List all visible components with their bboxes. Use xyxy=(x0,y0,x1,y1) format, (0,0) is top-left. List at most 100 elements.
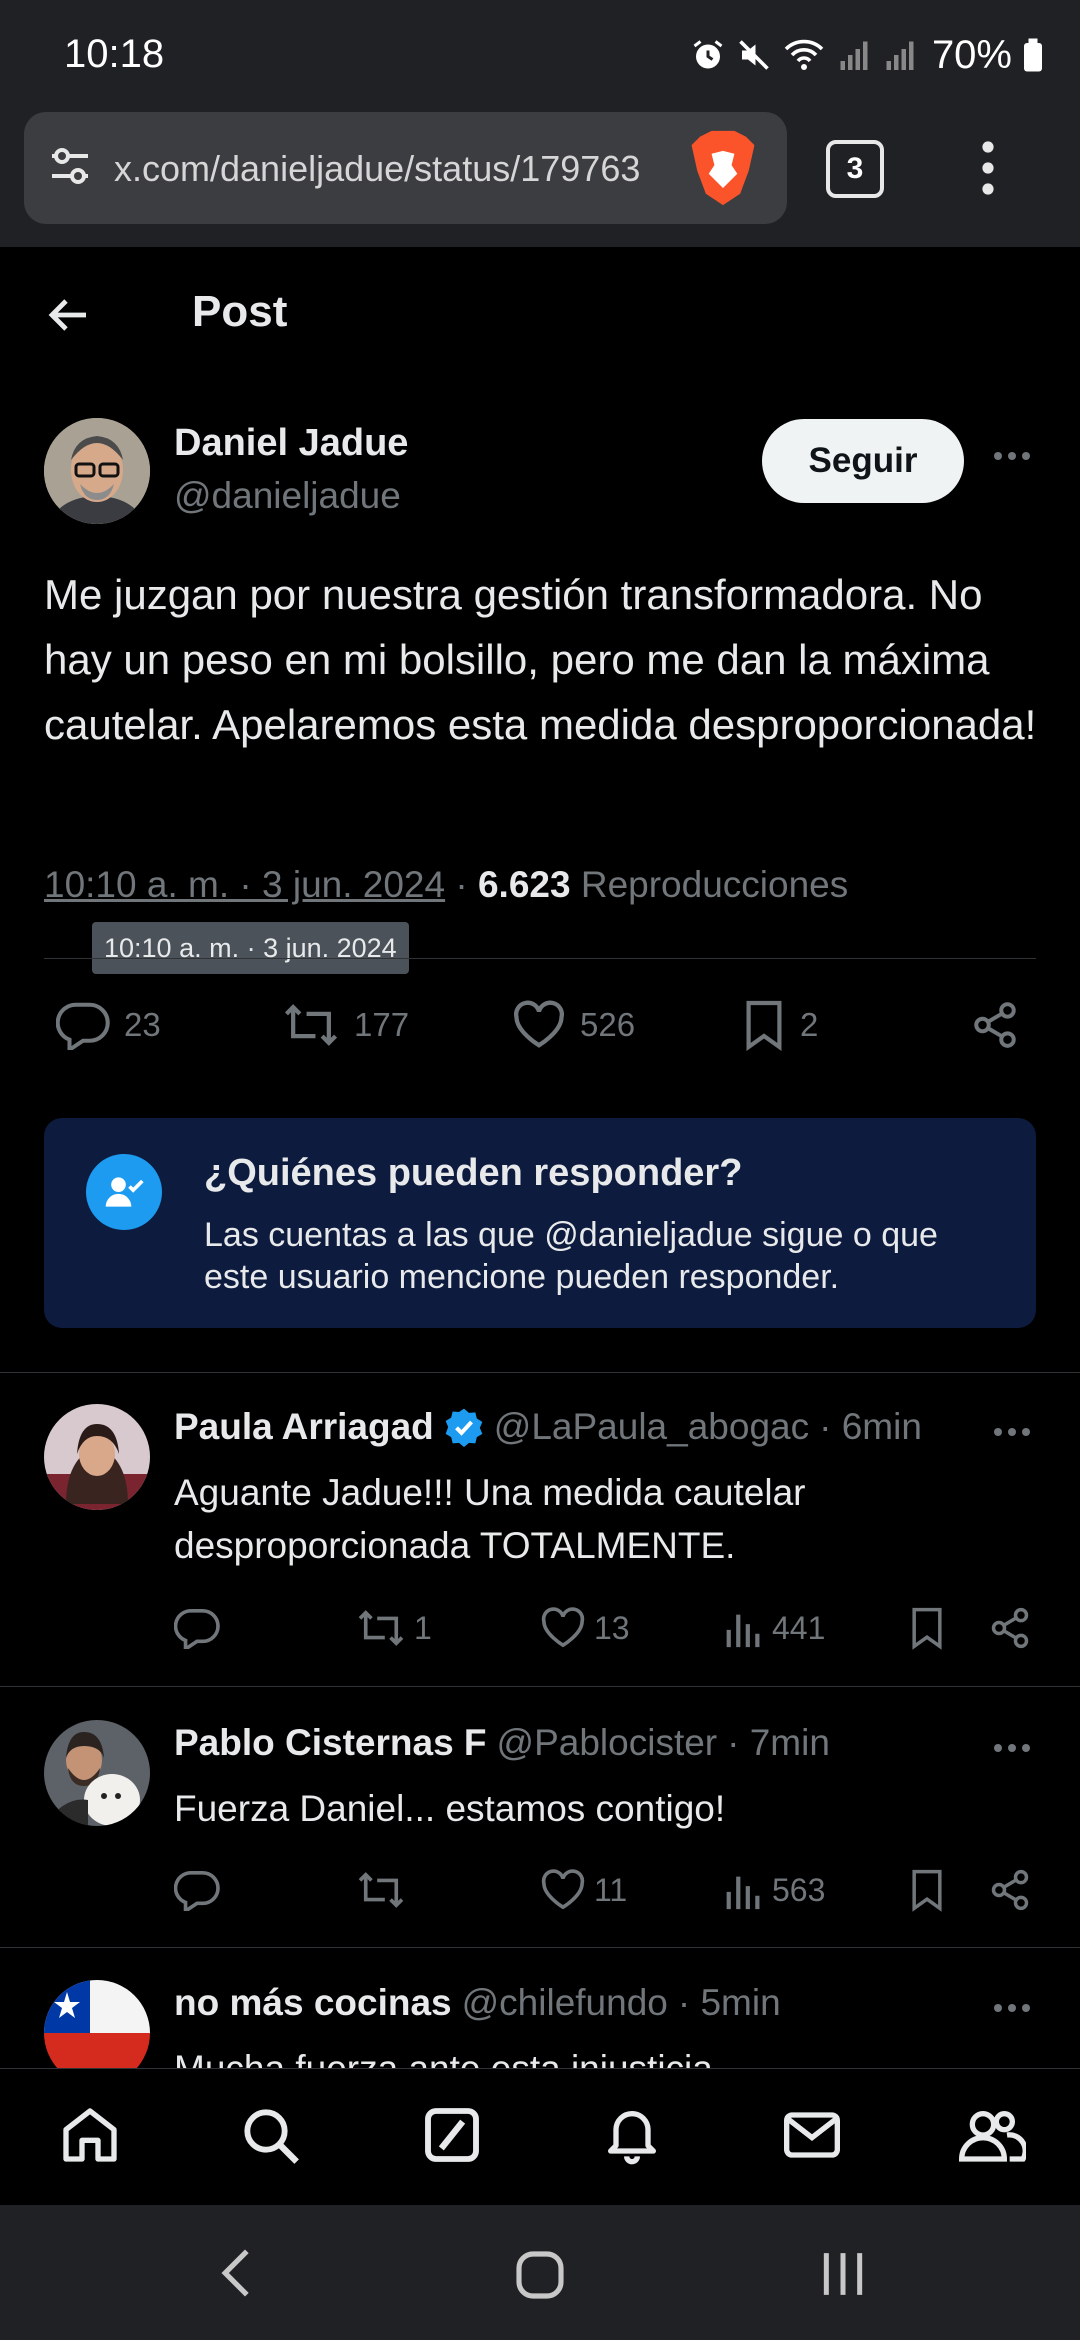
signal-icon xyxy=(886,41,914,70)
analytics-icon xyxy=(726,1614,760,1648)
reply-author-name[interactable]: Pablo Cisternas F xyxy=(174,1722,487,1764)
url-text[interactable]: x.com/danieljadue/status/179763 xyxy=(114,148,684,190)
verified-badge-icon xyxy=(445,1408,483,1447)
more-options-icon[interactable] xyxy=(992,1426,1032,1438)
author-avatar[interactable] xyxy=(44,418,150,524)
more-options-icon[interactable] xyxy=(992,1742,1032,1754)
system-home-icon[interactable] xyxy=(512,2247,568,2303)
avatar-photo xyxy=(44,1404,150,1510)
views-button[interactable]: 563 xyxy=(724,1860,825,1920)
bookmark-button[interactable]: 2 xyxy=(742,990,818,1060)
author-photo xyxy=(44,418,150,524)
view-count: 441 xyxy=(772,1609,826,1646)
system-nav-bar xyxy=(0,2205,1080,2340)
view-count: 6.623 xyxy=(477,864,571,905)
site-settings-icon[interactable] xyxy=(46,142,94,190)
system-recents-icon[interactable] xyxy=(818,2249,868,2299)
reply-item[interactable]: Pablo Cisternas F @Pablocister · 7min Fu… xyxy=(0,1720,1080,1946)
status-bar: 10:18 70% xyxy=(0,0,1080,110)
reply-header: no más cocinas @chilefundo · 5min xyxy=(174,1982,781,2024)
repost-icon xyxy=(358,1610,404,1646)
address-bar[interactable]: x.com/danieljadue/status/179763 xyxy=(24,112,787,224)
bookmark-icon xyxy=(912,1607,942,1650)
battery-icon xyxy=(1024,38,1042,72)
heart-icon xyxy=(541,1607,585,1648)
view-label: Reproducciones xyxy=(580,864,849,905)
share-icon xyxy=(991,1607,1029,1649)
status-icons: 70% xyxy=(690,30,1044,80)
reply-author-handle[interactable]: @LaPaula_abogac xyxy=(494,1406,809,1448)
bookmark-button[interactable] xyxy=(908,1860,946,1920)
reply-author-handle[interactable]: @Pablocister xyxy=(497,1722,718,1764)
reply-restriction-card[interactable]: ¿Quiénes pueden responder? Las cuentas a… xyxy=(44,1118,1036,1328)
reply-author-name[interactable]: no más cocinas xyxy=(174,1982,452,2024)
reply-restriction-body: Las cuentas a las que @danieljadue sigue… xyxy=(204,1216,938,1296)
repost-icon xyxy=(358,1872,404,1908)
post-text: Me juzgan por nuestra gestión transforma… xyxy=(44,571,1037,748)
reply-time: · 6min xyxy=(819,1406,922,1447)
like-count: 13 xyxy=(594,1609,630,1646)
bookmark-icon xyxy=(912,1869,942,1912)
browser-menu-icon[interactable] xyxy=(974,140,1002,196)
like-button[interactable]: 526 xyxy=(512,990,635,1060)
repost-button[interactable]: 1 xyxy=(356,1598,432,1658)
timestamp-tooltip: 10:10 a. m. · 3 jun. 2024 xyxy=(92,922,409,974)
reply-button[interactable] xyxy=(174,1598,220,1658)
reply-item[interactable]: no más cocinas @chilefundo · 5min Mucha … xyxy=(0,1980,1080,2068)
share-button[interactable] xyxy=(988,1860,1032,1920)
search-icon[interactable] xyxy=(238,2103,302,2167)
signal-icon xyxy=(840,41,868,70)
reply-time: · 7min xyxy=(727,1722,830,1763)
reply-header: Pablo Cisternas F @Pablocister · 7min xyxy=(174,1722,830,1764)
share-button[interactable] xyxy=(970,990,1020,1060)
repost-button[interactable] xyxy=(356,1860,406,1920)
follow-button[interactable]: Seguir xyxy=(762,419,964,503)
reply-actions: 11 563 xyxy=(0,1860,1080,1920)
reply-text: Aguante Jadue!!! Una medida cautelar des… xyxy=(174,1472,806,1566)
reply-text: Fuerza Daniel... estamos contigo! xyxy=(174,1788,726,1829)
tab-switcher-button[interactable]: 3 xyxy=(826,140,884,198)
views-button[interactable]: 441 xyxy=(724,1598,825,1658)
heart-icon xyxy=(541,1869,585,1910)
repost-count: 177 xyxy=(354,1006,410,1043)
like-button[interactable]: 13 xyxy=(540,1598,630,1658)
reply-author-handle[interactable]: @chilefundo xyxy=(462,1982,668,2024)
system-back-icon[interactable] xyxy=(214,2247,258,2299)
home-icon[interactable] xyxy=(58,2103,122,2167)
post-timestamp[interactable]: 10:10 a. m. · 3 jun. 2024 xyxy=(44,864,445,905)
like-button[interactable]: 11 xyxy=(540,1860,627,1920)
divider xyxy=(0,1686,1080,1687)
chile-flag-avatar xyxy=(44,1980,150,2068)
reply-restriction-title: ¿Quiénes pueden responder? xyxy=(204,1152,743,1194)
grok-icon[interactable] xyxy=(420,2103,484,2167)
status-time: 10:18 xyxy=(64,32,165,76)
reply-avatar[interactable] xyxy=(44,1720,150,1826)
reply-avatar[interactable] xyxy=(44,1404,150,1510)
author-handle[interactable]: @danieljadue xyxy=(174,475,401,517)
reply-icon xyxy=(174,1609,220,1649)
notifications-icon[interactable] xyxy=(600,2103,664,2167)
brave-shield-icon[interactable] xyxy=(688,128,758,208)
battery-percent: 70% xyxy=(931,32,1012,77)
heart-icon xyxy=(514,1000,564,1048)
reply-button[interactable] xyxy=(174,1860,220,1920)
communities-icon[interactable] xyxy=(956,2103,1026,2167)
repost-count: 1 xyxy=(414,1609,432,1646)
reply-author-name[interactable]: Paula Arriagad xyxy=(174,1406,434,1448)
reply-item[interactable]: Paula Arriagad @LaPaula_abogac · 6min Ag… xyxy=(0,1404,1080,1686)
page-title: Post xyxy=(192,287,288,336)
reply-avatar[interactable] xyxy=(44,1980,150,2068)
author-name[interactable]: Daniel Jadue xyxy=(174,422,408,465)
messages-icon[interactable] xyxy=(780,2103,844,2167)
more-options-icon[interactable] xyxy=(992,450,1032,462)
bookmark-icon xyxy=(746,1000,782,1052)
repost-button[interactable]: 177 xyxy=(282,990,409,1060)
back-arrow-icon[interactable] xyxy=(44,291,92,339)
bookmark-button[interactable] xyxy=(908,1598,946,1658)
share-button[interactable] xyxy=(988,1598,1032,1658)
meta-separator: · xyxy=(455,864,468,905)
view-count: 563 xyxy=(772,1871,826,1908)
more-options-icon[interactable] xyxy=(992,2002,1032,2014)
reply-button[interactable]: 23 xyxy=(56,990,161,1060)
analytics-icon xyxy=(726,1876,760,1910)
